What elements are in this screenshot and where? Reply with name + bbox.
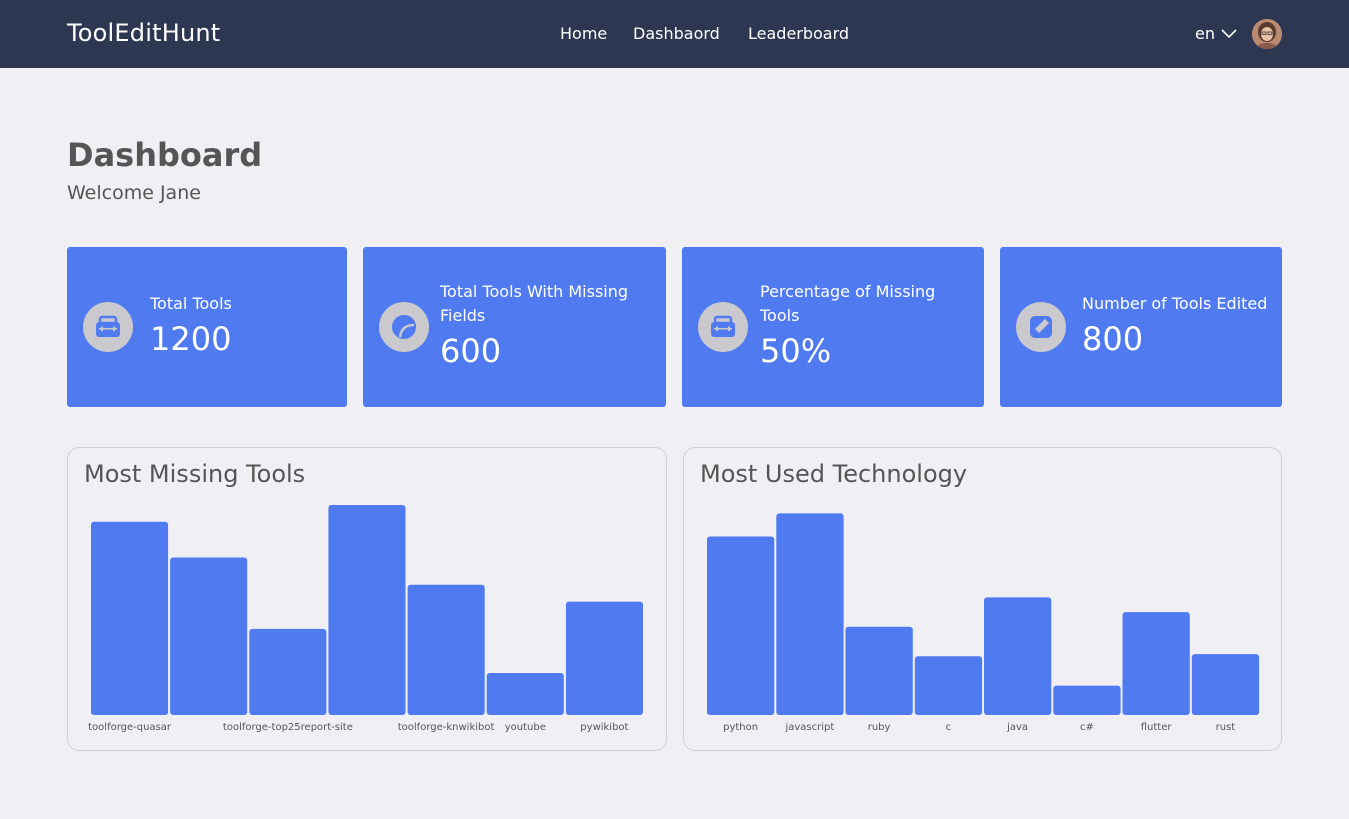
chart-bar[interactable]: [707, 536, 775, 716]
nav-home-link[interactable]: Home: [560, 24, 607, 43]
chart-tick-label: c: [946, 722, 952, 733]
nav-leaderboard-link[interactable]: Leaderboard: [748, 24, 849, 43]
stat-card-value: 1200: [150, 320, 232, 358]
chart-bar[interactable]: [407, 584, 485, 715]
top-navbar: ToolEditHunt Home Dashbaord Leaderboard …: [0, 0, 1349, 68]
user-avatar[interactable]: [1252, 19, 1282, 49]
chart-tick-label: rust: [1216, 722, 1236, 733]
chevron-down-icon: [1221, 28, 1237, 38]
chart-bar[interactable]: [170, 557, 248, 716]
toolbox-icon: [698, 302, 748, 352]
stat-card-percentage-missing: Percentage of Missing Tools 50%: [682, 247, 984, 407]
chart-bar[interactable]: [565, 601, 643, 715]
pie-chart-icon: [379, 302, 429, 352]
edit-icon: [1016, 302, 1066, 352]
toolbox-icon: [83, 302, 133, 352]
most-missing-tools-panel: Most Missing Tools toolforge-quasar toolf…: [67, 447, 667, 751]
chart-bar[interactable]: [1122, 612, 1190, 715]
most-used-technology-chart: python javascript ruby c java c# flutter rust: [707, 513, 1260, 733]
stat-card-label: Percentage of Missing Tools: [760, 282, 936, 325]
chart-bar[interactable]: [984, 597, 1052, 715]
chart-tick-label: ruby: [868, 722, 891, 733]
chart-bar[interactable]: [486, 673, 564, 715]
most-missing-tools-chart: toolforge-quasar toolforge-top25report-si…: [88, 505, 643, 733]
chart-bar[interactable]: [845, 626, 913, 715]
chart-bar[interactable]: [249, 628, 327, 715]
language-selector[interactable]: en: [1195, 24, 1237, 43]
chart-bar[interactable]: [914, 656, 983, 715]
chart-bar[interactable]: [1191, 654, 1260, 715]
stat-card-label: Total Tools With Missing Fields: [440, 282, 629, 325]
chart-tick-label: c#: [1080, 722, 1094, 733]
welcome-message: Welcome Jane: [67, 182, 201, 204]
stat-card-tools-edited: Number of Tools Edited 800: [1000, 247, 1282, 407]
chart-bar[interactable]: [91, 521, 169, 715]
chart-tick-label: flutter: [1141, 722, 1173, 733]
most-used-technology-panel: Most Used Technology python javascript rub…: [683, 447, 1282, 751]
chart-tick-label: toolforge-knwikibot: [398, 722, 495, 733]
brand-logo[interactable]: ToolEditHunt: [67, 19, 220, 47]
stat-card-total-tools: Total Tools 1200: [67, 247, 347, 407]
chart-tick-label: toolforge-quasar: [88, 722, 172, 733]
page-title: Dashboard: [67, 136, 263, 174]
nav-dashboard-link[interactable]: Dashbaord: [633, 24, 720, 43]
stat-card-value: 800: [1082, 320, 1144, 358]
chart-tick-label: javascript: [784, 722, 834, 733]
stat-card-value: 600: [440, 332, 502, 370]
chart-bar[interactable]: [776, 513, 844, 715]
chart-bar[interactable]: [1053, 685, 1121, 715]
chart-tick-label: youtube: [505, 722, 546, 733]
stat-card-missing-fields: Total Tools With Missing Fields 600: [363, 247, 666, 407]
language-value: en: [1195, 24, 1215, 43]
chart-bar[interactable]: [328, 505, 406, 715]
chart-tick-label: toolforge-top25report-site: [223, 722, 353, 733]
stat-card-label: Number of Tools Edited: [1082, 294, 1268, 313]
stat-card-value: 50%: [760, 332, 832, 370]
chart-tick-label: pywikibot: [580, 722, 628, 733]
stat-card-label: Total Tools: [150, 294, 232, 313]
chart-tick-label: python: [723, 722, 758, 733]
chart-tick-label: java: [1006, 722, 1028, 733]
